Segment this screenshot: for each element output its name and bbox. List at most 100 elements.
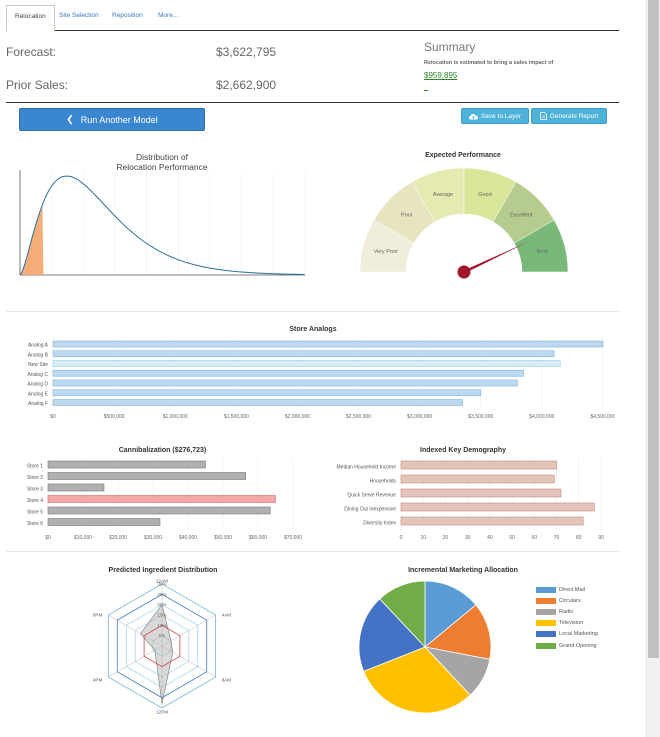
radar-ring-label: 20%: [157, 602, 166, 607]
category-label: Analog B: [28, 352, 49, 358]
x-tick-label: 0: [400, 535, 403, 541]
category-label: Median Household Income: [337, 465, 397, 471]
forecast-label: Forecast:: [6, 45, 57, 59]
x-tick-label: $10,000: [74, 535, 92, 541]
gauge-label: Very Poor: [374, 249, 398, 255]
bar: [400, 488, 562, 498]
legend-item[interactable]: Direct Mail: [536, 584, 598, 595]
summary-text: Relocation is estimated to bring a sales…: [424, 60, 554, 66]
gauge-label: Good: [478, 192, 491, 198]
legend-item[interactable]: Television: [536, 618, 598, 629]
x-tick-label: 60: [532, 535, 538, 541]
x-tick-label: 30: [465, 535, 471, 541]
tab-relocation[interactable]: Relocation: [6, 5, 55, 32]
marketing-pie-chart: [358, 580, 492, 714]
gauge-hub: [457, 265, 471, 279]
legend-item[interactable]: Radio: [536, 606, 598, 617]
radar-axis-label: 12PM: [156, 710, 168, 715]
category-label: Store 6: [27, 521, 43, 527]
gauge-label: Poor: [401, 213, 413, 219]
radar-ring-label: 10%: [157, 623, 166, 628]
radar-title: Predicted Ingredient Distribution: [108, 567, 218, 574]
legend-swatch: [536, 608, 556, 615]
radar-axis-label: 4AM: [222, 613, 232, 618]
bar: [47, 460, 206, 469]
x-tick-label: $4,000,000: [529, 414, 554, 420]
x-tick-label: $30,000: [144, 535, 162, 541]
category-label: Store 2: [27, 475, 43, 481]
summary-title: Summary: [424, 40, 476, 54]
bar: [52, 360, 561, 367]
radar-axis-label: 12AM: [156, 579, 168, 584]
scrollbar-thumb[interactable]: [648, 0, 659, 658]
x-tick-label: 80: [576, 535, 582, 541]
legend-item[interactable]: Local Marketing: [536, 629, 598, 640]
x-tick-label: $60,000: [249, 535, 267, 541]
category-label: Store 3: [27, 487, 43, 493]
bar: [52, 389, 482, 397]
legend-swatch: [536, 620, 556, 627]
legend-swatch: [536, 642, 556, 649]
summary-impact-value[interactable]: $959,895: [424, 71, 457, 80]
gauge-needle: [463, 241, 530, 274]
x-tick-label: $20,000: [109, 535, 127, 541]
x-tick-label: 10: [420, 535, 426, 541]
store-analogs-chart: $0 $500,000 $1,000,000 $1,500,000 $2,000,000…: [27, 338, 614, 420]
save-to-layer-button[interactable]: Save to Layer: [461, 108, 529, 124]
legend-label: Grand Opening: [559, 642, 597, 649]
distribution-curve: [19, 175, 305, 276]
chevron-left-icon: ❮: [66, 114, 74, 124]
tab-more[interactable]: More...: [150, 5, 186, 31]
x-tick-label: $3,500,000: [468, 414, 493, 420]
run-another-model-button[interactable]: ❮ Run Another Model: [19, 108, 205, 131]
bar: [52, 350, 555, 358]
bar: [52, 340, 604, 348]
bar: [47, 472, 247, 480]
x-tick-label: $70,000: [284, 535, 302, 541]
x-tick-label: 90: [598, 535, 604, 541]
category-label: Store 5: [27, 510, 43, 516]
category-label: Quick Serve Revenue: [347, 493, 396, 499]
bar: [400, 474, 555, 484]
gauge-label: Excellent: [510, 213, 533, 219]
radar-series: [140, 603, 174, 704]
category-label: Dining Out Inexpensive: [344, 507, 396, 513]
bar: [400, 516, 584, 526]
tab-bar: Relocation Site Selection Reposition Mor…: [6, 5, 619, 32]
category-label: Store 1: [27, 464, 43, 470]
demography-title: Indexed Key Demography: [420, 447, 506, 454]
x-tick-label: 70: [554, 535, 560, 541]
radar-ring-label: 25%: [157, 592, 166, 597]
legend-item[interactable]: Circulars: [536, 595, 598, 606]
category-label: Analog F: [28, 401, 48, 407]
generate-report-button[interactable]: Generate Report: [531, 108, 607, 124]
category-label: Store 4: [27, 498, 43, 504]
legend-label: Radio: [559, 608, 574, 615]
cannibalization-chart: $0 $10,000 $20,000 $30,000 $40,000 $50,000 $60…: [27, 458, 302, 541]
bar: [47, 495, 276, 503]
tab-site-selection[interactable]: Site Selection: [51, 5, 107, 31]
bar: [47, 518, 161, 526]
cannibalization-title: Cannibalization ($276,723): [118, 447, 207, 454]
tab-reposition[interactable]: Reposition: [104, 5, 151, 31]
expected-performance-title: Expected Performance: [425, 152, 501, 159]
legend-swatch: [536, 597, 556, 604]
pie-legend: Direct Mail Circulars Radio Television Local…: [536, 584, 598, 651]
distribution-chart: [19, 170, 306, 276]
page: Relocation Site Selection Reposition Mor…: [0, 0, 660, 737]
section-divider-2: [6, 551, 619, 552]
bar: [52, 379, 518, 387]
bar: [47, 483, 105, 492]
x-tick-label: $500,000: [104, 414, 125, 420]
x-tick-label: $1,000,000: [163, 414, 188, 420]
pie-title: Incremental Marketing Allocation: [408, 567, 518, 574]
section-divider: [6, 311, 619, 312]
bar: [400, 460, 557, 470]
forecast-value: $3,622,795: [216, 45, 277, 59]
x-tick-label: 20: [443, 535, 449, 541]
divider: [6, 102, 619, 103]
radar-ring-label: 5%: [159, 633, 166, 638]
legend-item[interactable]: Grand Opening: [536, 640, 598, 651]
legend-label: Local Marketing: [559, 631, 598, 638]
document-icon: [539, 112, 547, 120]
